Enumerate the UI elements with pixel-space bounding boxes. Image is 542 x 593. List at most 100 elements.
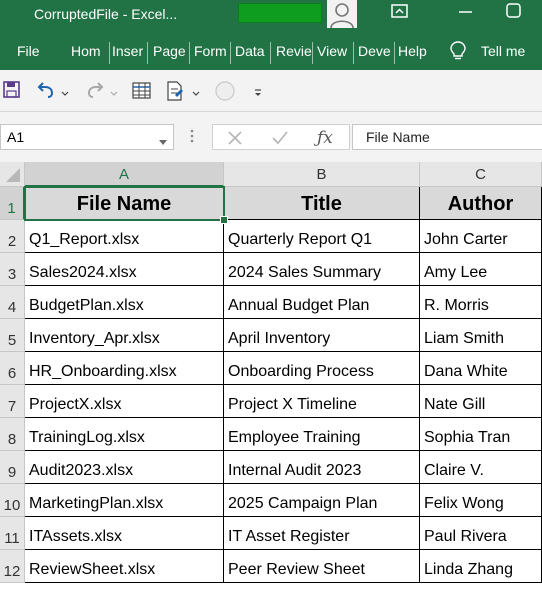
column-header-b[interactable]: B	[224, 162, 420, 187]
table-cell[interactable]: Nate Gill	[420, 385, 542, 418]
table-cell[interactable]: Project X Timeline	[224, 385, 420, 418]
table-cell[interactable]: Annual Budget Plan	[224, 286, 420, 319]
table-cell[interactable]: R. Morris	[420, 286, 542, 319]
ribbon-display-options-icon[interactable]	[390, 2, 410, 22]
cancel-icon[interactable]	[227, 130, 243, 151]
table-cell[interactable]: TrainingLog.xlsx	[25, 418, 224, 451]
table-cell[interactable]: BudgetPlan.xlsx	[25, 286, 224, 319]
insert-function-icon[interactable]: ƒx	[317, 128, 333, 148]
table-cell[interactable]: Peer Review Sheet	[224, 550, 420, 583]
table-cell[interactable]: Audit2023.xlsx	[25, 451, 224, 484]
column-header-a[interactable]: A	[25, 162, 224, 187]
tab-view[interactable]: View	[317, 43, 347, 59]
table-cell[interactable]: 2025 Campaign Plan	[224, 484, 420, 517]
table-cell[interactable]: Employee Training	[224, 418, 420, 451]
chevron-down-icon[interactable]	[159, 133, 167, 149]
tab-insert[interactable]: Inser	[112, 43, 143, 59]
tab-separator	[189, 42, 190, 64]
save-icon[interactable]	[3, 80, 21, 102]
table-cell[interactable]: Felix Wong	[420, 484, 542, 517]
print-preview-icon[interactable]	[131, 80, 153, 102]
drag-handle-icon[interactable]	[190, 128, 194, 144]
name-box-value: A1	[7, 129, 25, 145]
table-cell[interactable]: Inventory_Apr.xlsx	[25, 319, 224, 352]
customize-icon[interactable]	[253, 84, 263, 106]
table-cell[interactable]: HR_Onboarding.xlsx	[25, 352, 224, 385]
row-header-10[interactable]: 10	[0, 484, 25, 517]
header-cell[interactable]: Author	[420, 187, 542, 220]
row-header-6[interactable]: 6	[0, 352, 25, 385]
minimize-icon[interactable]	[456, 2, 476, 22]
fill-handle[interactable]	[220, 216, 228, 224]
tab-separator	[230, 42, 231, 64]
tab-home[interactable]: Hom	[71, 43, 101, 59]
undo-dropdown-icon[interactable]	[61, 84, 69, 106]
tab-developer[interactable]: Deve	[358, 43, 391, 59]
tab-page-layout[interactable]: Page	[153, 43, 186, 59]
tab-help[interactable]: Help	[398, 43, 427, 59]
row-header-11[interactable]: 11	[0, 517, 25, 550]
avatar[interactable]	[327, 0, 357, 28]
row-header-3[interactable]: 3	[0, 253, 25, 286]
spreadsheet-grid: ABC 1 File Name Title Author 2 Q1_Report.xlsx…	[0, 162, 542, 584]
restore-icon[interactable]	[504, 2, 524, 22]
table-cell[interactable]: Internal Audit 2023	[224, 451, 420, 484]
enter-check-icon[interactable]	[271, 130, 289, 151]
tab-data[interactable]: Data	[235, 43, 265, 59]
table-cell[interactable]: Q1_Report.xlsx	[25, 220, 224, 253]
tab-review[interactable]: Revie	[276, 43, 312, 59]
row-header-1[interactable]: 1	[0, 187, 25, 220]
table-cell[interactable]: Sophia Tran	[420, 418, 542, 451]
row-header-8[interactable]: 8	[0, 418, 25, 451]
row-header-2[interactable]: 2	[0, 220, 25, 253]
table-cell[interactable]: Quarterly Report Q1	[224, 220, 420, 253]
tab-separator	[109, 42, 110, 64]
quick-access-toolbar	[0, 70, 542, 112]
table-cell[interactable]: 2024 Sales Summary	[224, 253, 420, 286]
formula-input[interactable]: File Name	[352, 124, 542, 150]
circle-icon[interactable]	[214, 80, 236, 102]
table-cell[interactable]: Liam Smith	[420, 319, 542, 352]
header-cell[interactable]: Title	[224, 187, 420, 220]
table-cell[interactable]: Linda Zhang	[420, 550, 542, 583]
table-cell[interactable]: John Carter	[420, 220, 542, 253]
formula-bar-buttons: ƒx	[212, 124, 350, 150]
account-box[interactable]	[238, 3, 322, 23]
table-cell[interactable]: ITAssets.xlsx	[25, 517, 224, 550]
title-bar: CorruptedFile - Excel...	[0, 0, 542, 36]
tab-separator	[394, 42, 395, 64]
row-header-12[interactable]: 12	[0, 550, 25, 583]
table-cell[interactable]: Onboarding Process	[224, 352, 420, 385]
table-cell[interactable]: Paul Rivera	[420, 517, 542, 550]
row-header-9[interactable]: 9	[0, 451, 25, 484]
redo-dropdown-icon[interactable]	[110, 84, 118, 106]
header-cell[interactable]: File Name	[25, 187, 224, 220]
table-cell[interactable]: IT Asset Register	[224, 517, 420, 550]
table-cell[interactable]: Sales2024.xlsx	[25, 253, 224, 286]
row-header-7[interactable]: 7	[0, 385, 25, 418]
table-cell[interactable]: Amy Lee	[420, 253, 542, 286]
select-all-button[interactable]	[0, 162, 25, 187]
tell-me-search[interactable]: Tell me	[481, 43, 525, 59]
table-cell[interactable]: ReviewSheet.xlsx	[25, 550, 224, 583]
ribbon-tab-bar: File Hom Inser Page Form Data Revie View…	[0, 36, 542, 70]
table-cell[interactable]: MarketingPlan.xlsx	[25, 484, 224, 517]
name-box[interactable]: A1	[0, 124, 174, 150]
table-cell[interactable]: ProjectX.xlsx	[25, 385, 224, 418]
table-cell[interactable]: Dana White	[420, 352, 542, 385]
redo-icon[interactable]	[84, 80, 106, 102]
format-dropdown-icon[interactable]	[192, 84, 200, 106]
tab-separator	[147, 42, 148, 64]
table-cell[interactable]: Claire V.	[420, 451, 542, 484]
row-header-4[interactable]: 4	[0, 286, 25, 319]
lightbulb-icon[interactable]	[450, 41, 466, 64]
format-painter-icon[interactable]	[164, 80, 186, 102]
tab-file[interactable]: File	[17, 43, 40, 59]
row-header-5[interactable]: 5	[0, 319, 25, 352]
column-header-c[interactable]: C	[420, 162, 542, 187]
tab-separator	[312, 42, 313, 64]
tab-formulas[interactable]: Form	[194, 43, 227, 59]
window-title: CorruptedFile - Excel...	[34, 6, 178, 22]
table-cell[interactable]: April Inventory	[224, 319, 420, 352]
undo-icon[interactable]	[35, 80, 57, 102]
